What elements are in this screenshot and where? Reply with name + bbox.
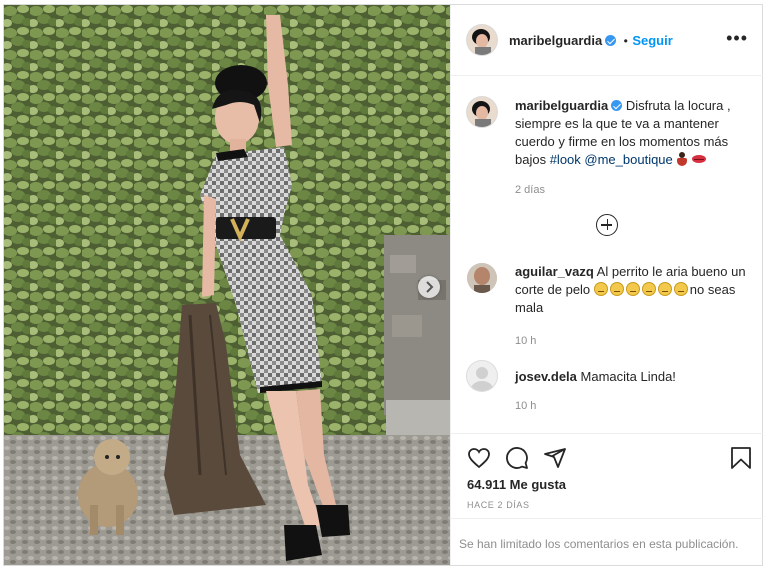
post-header: maribelguardia • Seguir •••	[451, 5, 763, 76]
commenter-username[interactable]: aguilar_vazq	[515, 264, 594, 279]
comment-text: josev.dela Mamacita Linda!	[515, 368, 753, 386]
face-emoji-icon	[673, 282, 688, 296]
face-emoji-icon	[625, 282, 640, 296]
paper-plane-icon[interactable]	[543, 446, 567, 470]
heart-icon[interactable]	[467, 446, 491, 470]
avatar-image	[467, 97, 497, 127]
kiss-lips-icon	[692, 154, 707, 164]
header-user-line: maribelguardia • Seguir	[509, 32, 673, 50]
avatar-image	[467, 25, 497, 55]
chevron-right-icon	[426, 281, 434, 293]
post-photo[interactable]	[4, 5, 450, 565]
likes-count[interactable]: 64.911 Me gusta	[467, 477, 566, 492]
comment-bubble-icon[interactable]	[505, 446, 529, 470]
comment-body: Mamacita Linda!	[580, 369, 676, 384]
avatar-image	[467, 263, 497, 293]
post-timestamp[interactable]: HACE 2 DÍAS	[467, 500, 530, 510]
face-emoji-icon	[609, 282, 624, 296]
author-avatar[interactable]	[467, 25, 497, 55]
photo-illustration	[4, 5, 450, 565]
follow-separator: •	[623, 34, 628, 48]
face-emoji-icon	[593, 282, 608, 296]
commenter-avatar[interactable]	[467, 263, 497, 293]
caption-text: maribelguardia Disfruta la locura , siem…	[515, 97, 753, 169]
comment-item: aguilar_vazq Al perrito le aria bueno un…	[467, 263, 753, 347]
more-options-icon[interactable]: •••	[726, 29, 748, 47]
caption: maribelguardia Disfruta la locura , siem…	[467, 97, 752, 197]
comment-time[interactable]: 10 h	[515, 397, 536, 415]
mention-link[interactable]: @me_boutique	[584, 152, 672, 167]
comment-item: josev.dela Mamacita Linda! 10 h	[467, 361, 753, 412]
dancer-emoji-icon	[676, 152, 688, 166]
caption-author-avatar[interactable]	[467, 97, 497, 127]
follow-button[interactable]: Seguir	[632, 33, 672, 48]
face-emoji-icon	[641, 282, 656, 296]
comments-limited-notice: Se han limitado los comentarios en esta …	[459, 537, 739, 551]
author-username[interactable]: maribelguardia	[509, 33, 602, 48]
bookmark-icon[interactable]	[730, 446, 752, 470]
verified-badge-icon	[611, 100, 623, 111]
caption-username[interactable]: maribelguardia	[515, 98, 608, 113]
hashtag-link[interactable]: #look	[550, 152, 581, 167]
instagram-post: maribelguardia • Seguir ••• maribelguard…	[3, 4, 763, 566]
default-user-icon	[467, 361, 497, 391]
comment-time[interactable]: 10 h	[515, 332, 536, 350]
comments-limited-footer: Se han limitado los comentarios en esta …	[451, 518, 763, 566]
commenter-avatar[interactable]	[467, 361, 497, 391]
face-emoji-icon	[657, 282, 672, 296]
commenter-username[interactable]: josev.dela	[515, 369, 577, 384]
next-photo-button[interactable]	[418, 276, 440, 298]
comment-text: aguilar_vazq Al perrito le aria bueno un…	[515, 263, 753, 317]
post-actions: 64.911 Me gusta HACE 2 DÍAS	[451, 433, 763, 518]
post-sidebar: maribelguardia • Seguir ••• maribelguard…	[450, 5, 763, 565]
caption-time[interactable]: 2 días	[515, 181, 545, 199]
verified-badge-icon	[605, 35, 617, 46]
load-more-comments-plus-circle-icon[interactable]	[596, 214, 618, 236]
